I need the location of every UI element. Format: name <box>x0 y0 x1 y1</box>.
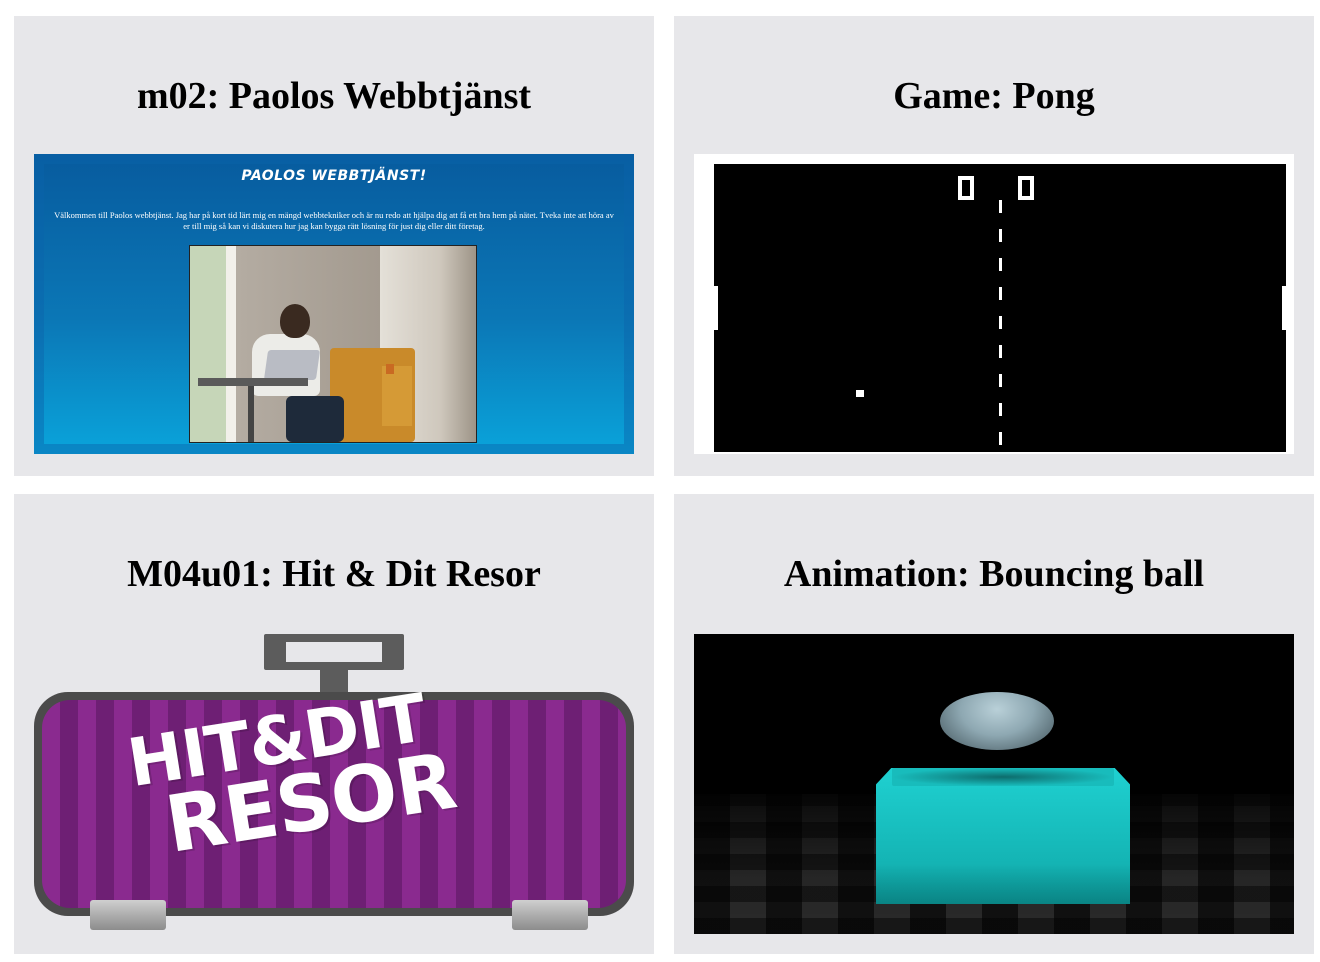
project-card-pong[interactable]: Game: Pong 0 0 <box>674 16 1314 476</box>
project-thumbnail[interactable]: HIT&DIT RESOR <box>34 634 634 934</box>
project-title: Game: Pong <box>893 75 1095 117</box>
thumbnail-body-text: Välkommen till Paolos webbtjänst. Jag ha… <box>54 210 614 231</box>
project-card-hit-dit-resor[interactable]: M04u01: Hit & Dit Resor HIT&DIT RESOR <box>14 494 654 954</box>
pong-paddle-right <box>1282 286 1286 330</box>
project-title: m02: Paolos Webbtjänst <box>136 75 532 117</box>
project-thumbnail[interactable] <box>694 634 1294 934</box>
project-thumbnail[interactable]: 0 0 <box>694 154 1294 454</box>
person-photo <box>189 245 477 443</box>
project-title: Animation: Bouncing ball <box>783 553 1205 595</box>
pong-net <box>999 200 1002 452</box>
bouncing-ball <box>940 692 1054 750</box>
pong-ball <box>856 390 864 397</box>
pong-field: 0 0 <box>714 164 1286 452</box>
project-title: M04u01: Hit & Dit Resor <box>127 553 541 595</box>
project-card-bouncing-ball[interactable]: Animation: Bouncing ball <box>674 494 1314 954</box>
pong-score-right: 0 <box>1018 171 1034 205</box>
suitcase-wheel <box>90 900 166 930</box>
thumbnail-heading: PAOLOS WEBBTJÄNST! <box>241 168 427 184</box>
project-card-paolos-webbtjanst[interactable]: m02: Paolos Webbtjänst PAOLOS WEBBTJÄNST… <box>14 16 654 476</box>
pong-paddle-left <box>714 286 718 330</box>
project-thumbnail[interactable]: PAOLOS WEBBTJÄNST! Välkommen till Paolos… <box>34 154 634 454</box>
pong-score-left: 0 <box>958 171 974 205</box>
suitcase-wheel <box>512 900 588 930</box>
